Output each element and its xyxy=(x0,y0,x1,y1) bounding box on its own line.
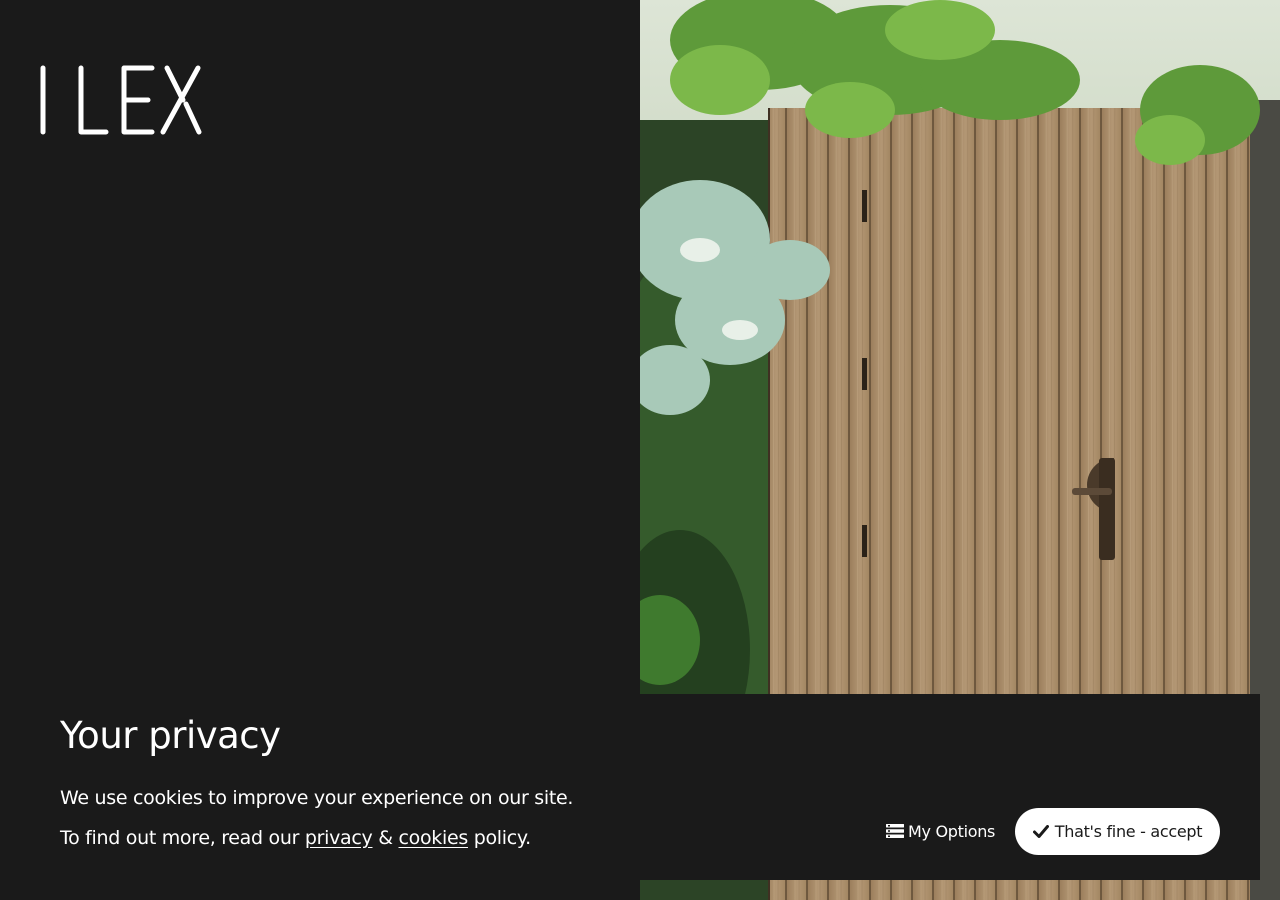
cookie-text-line1: We use cookies to improve your experienc… xyxy=(60,787,574,809)
cookie-title: Your privacy xyxy=(60,714,281,757)
cookie-text-line2: To find out more, read our privacy & coo… xyxy=(60,825,531,851)
cookie-text-suffix: policy. xyxy=(467,827,531,849)
ilex-logo-icon xyxy=(40,65,202,135)
ilex-logo[interactable] xyxy=(40,64,202,136)
accept-cookies-button[interactable]: That's fine - accept xyxy=(1015,808,1220,855)
cookie-text-prefix: To find out more, read our xyxy=(60,827,305,849)
accept-label: That's fine - accept xyxy=(1054,822,1203,841)
my-options-label: My Options xyxy=(908,821,996,841)
list-icon xyxy=(886,824,904,838)
privacy-link[interactable]: privacy xyxy=(305,827,373,849)
my-options-button[interactable]: My Options xyxy=(886,818,995,844)
check-icon xyxy=(1032,825,1049,838)
cookie-banner: Your privacy We use cookies to improve y… xyxy=(0,694,1260,880)
cookies-link[interactable]: cookies xyxy=(399,827,469,849)
cookie-text-ampersand: & xyxy=(372,827,399,849)
